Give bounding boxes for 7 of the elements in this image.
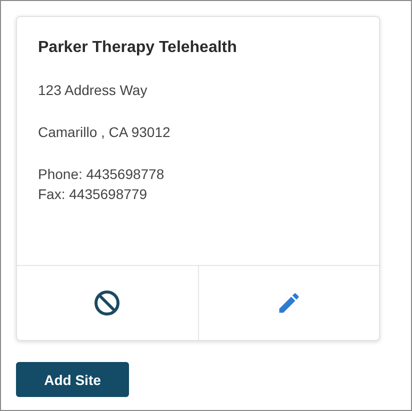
site-name: Parker Therapy Telehealth — [38, 39, 238, 57]
ban-icon — [94, 290, 120, 316]
address-line: 123 Address Way — [38, 81, 148, 100]
add-site-button[interactable]: Add Site — [16, 362, 129, 397]
fax-text: Fax: 4435698779 — [38, 185, 148, 204]
phone-text: Phone: 4435698778 — [38, 165, 166, 184]
address-line: Camarillo , CA 93012 — [38, 123, 172, 142]
